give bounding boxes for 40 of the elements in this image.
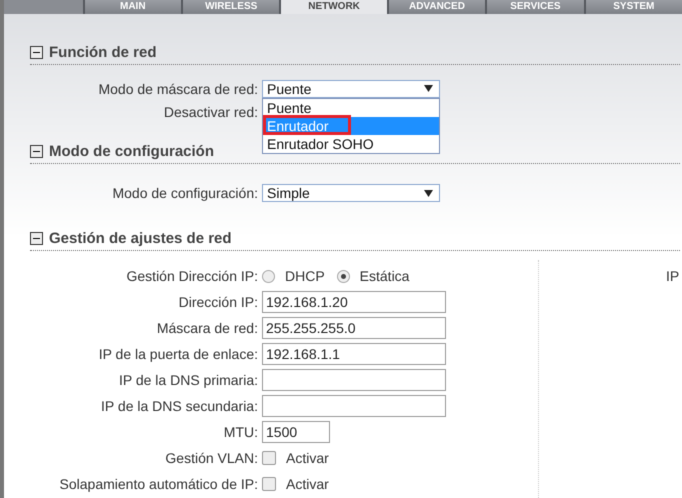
text-field[interactable]: 192.168.1.1 xyxy=(262,343,446,365)
text-field[interactable] xyxy=(262,369,446,391)
text-field[interactable]: 192.168.1.20 xyxy=(262,291,446,313)
field-label: IP xyxy=(666,268,680,284)
caret-icon xyxy=(424,190,433,196)
section-title: Función de red xyxy=(49,44,157,61)
text-field[interactable] xyxy=(262,395,446,417)
field-label: Desactivar red: xyxy=(162,104,259,120)
text-field[interactable]: 255.255.255.0 xyxy=(262,317,446,339)
collapse-icon[interactable] xyxy=(30,232,43,245)
radio-button[interactable] xyxy=(262,270,275,282)
section-title: Modo de configuración xyxy=(49,143,214,160)
collapse-icon[interactable] xyxy=(30,46,43,59)
dropdown[interactable]: Simple xyxy=(262,184,440,202)
section-title: Gestión de ajustes de red xyxy=(49,230,232,247)
radio-button[interactable] xyxy=(336,270,350,282)
radio-label: DHCP xyxy=(285,268,325,284)
field-label: Gestión Dirección IP: xyxy=(126,268,259,284)
caret-icon xyxy=(424,85,433,92)
field-label: Máscara de red: xyxy=(156,320,259,336)
dropdown-option[interactable]: Enrutador SOHO xyxy=(263,134,439,152)
field-label: Modo de configuración: xyxy=(111,185,259,201)
field-label: Solapamiento automático de IP: xyxy=(58,476,259,492)
field-label: Modo de máscara de red: xyxy=(97,80,259,96)
dropdown[interactable]: Puente xyxy=(262,80,440,98)
field-label: IP de la DNS secundaria: xyxy=(100,398,259,414)
field-label: Gestión VLAN: xyxy=(164,450,259,466)
collapse-icon[interactable] xyxy=(30,145,43,158)
field-label: Dirección IP: xyxy=(178,294,259,310)
nav-tab[interactable]: NETWORK xyxy=(281,0,387,14)
radio-label: Estática xyxy=(360,268,410,284)
checkbox[interactable] xyxy=(262,477,276,491)
field-label: IP de la DNS primaria: xyxy=(118,372,259,388)
text-field[interactable]: 1500 xyxy=(262,421,330,443)
checkbox[interactable] xyxy=(262,451,276,465)
field-label: MTU: xyxy=(222,424,259,440)
dropdown-option[interactable]: Puente xyxy=(263,98,439,116)
field-label: IP de la puerta de enlace: xyxy=(98,346,259,362)
checkbox-label: Activar xyxy=(286,476,329,492)
checkbox-label: Activar xyxy=(286,450,329,466)
